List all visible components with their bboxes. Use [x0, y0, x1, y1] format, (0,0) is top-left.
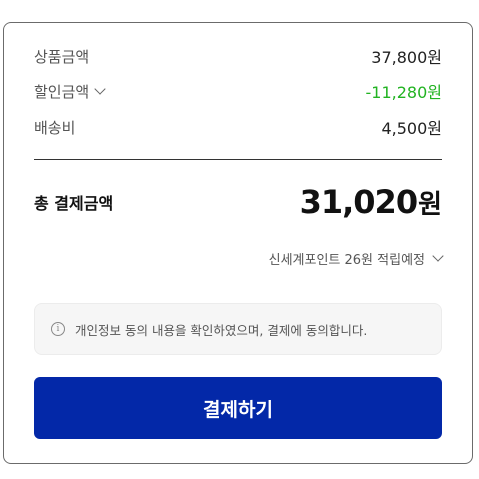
total-label: 총 결제금액 — [34, 194, 114, 213]
discount-amount-label: 할인금액 — [34, 82, 90, 101]
consent-notice: i 개인정보 동의 내용을 확인하였으며, 결제에 동의합니다. — [34, 303, 442, 355]
total-unit: 원 — [418, 190, 442, 220]
total-row: 총 결제금액 31,020 원 — [34, 181, 442, 223]
product-amount-row: 상품금액 37,800원 — [34, 45, 442, 68]
consent-notice-text: 개인정보 동의 내용을 확인하였으며, 결제에 동의합니다. — [75, 322, 368, 338]
chevron-down-icon — [94, 82, 106, 95]
points-text: 신세계포인트 26원 적립예정 — [268, 253, 425, 268]
divider — [34, 159, 442, 160]
chevron-down-icon — [432, 250, 444, 262]
pay-button[interactable]: 결제하기 — [34, 377, 442, 439]
points-toggle[interactable]: 신세계포인트 26원 적립예정 — [268, 249, 444, 268]
product-amount-value: 37,800원 — [371, 48, 442, 67]
discount-amount-row: 할인금액 -11,280원 — [34, 80, 442, 103]
shipping-fee-label: 배송비 — [34, 118, 76, 137]
total-amount: 31,020 — [299, 183, 418, 221]
discount-toggle[interactable]: 할인금액 — [34, 81, 106, 102]
payment-summary-panel: 상품금액 37,800원 할인금액 -11,280원 배송비 4,500원 총 … — [3, 22, 473, 464]
total-value: 31,020 원 — [300, 183, 442, 221]
shipping-fee-row: 배송비 4,500원 — [34, 116, 442, 139]
product-amount-label: 상품금액 — [34, 47, 90, 66]
info-icon: i — [51, 322, 65, 336]
discount-amount-value: -11,280원 — [365, 83, 442, 102]
shipping-fee-value: 4,500원 — [381, 119, 442, 138]
